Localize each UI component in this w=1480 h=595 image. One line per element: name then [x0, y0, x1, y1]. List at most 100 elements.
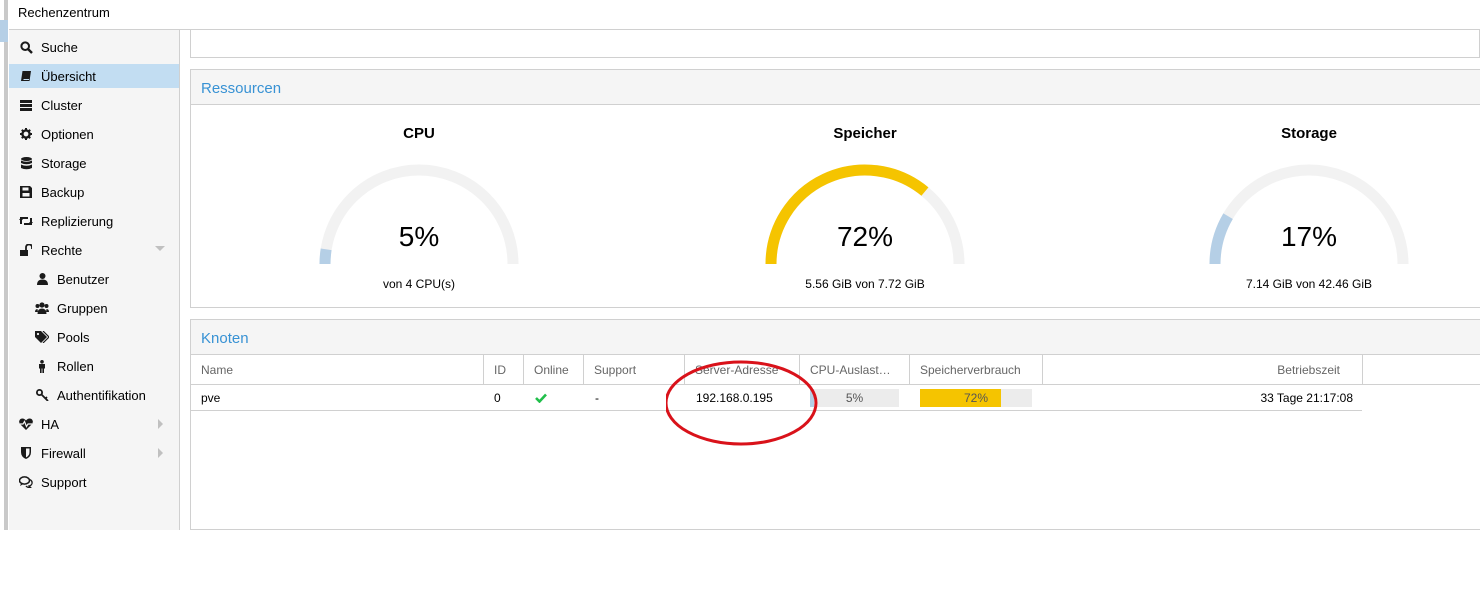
sidebar-item-label: Authentifikation [57, 387, 146, 403]
sidebar-item-label: Benutzer [57, 271, 110, 287]
memory-progress-bar: 72% [920, 389, 1032, 407]
column-header-server-address[interactable]: Server-Adresse [685, 355, 800, 385]
sidebar-item-label: Firewall [41, 445, 86, 461]
check-icon [535, 385, 547, 411]
gauge-arc [1209, 164, 1409, 265]
unlock-icon [19, 243, 33, 257]
table-row[interactable]: pve 0 - 192.168.0.195 5% 72% 33 Tage 21:… [191, 385, 1362, 411]
search-icon [19, 40, 33, 54]
cpu-progress-text: 5% [845, 391, 864, 405]
retweet-icon [19, 214, 33, 228]
edge-bar [4, 0, 8, 530]
sidebar-item-authentifikation[interactable]: Authentifikation [9, 383, 179, 407]
sidebar-item-label: Rollen [57, 358, 94, 374]
sidebar-item-label: Optionen [41, 126, 94, 142]
gauge-value: 17% [1280, 221, 1338, 252]
sidebar-item-label: Gruppen [57, 300, 108, 316]
sidebar-item-rollen[interactable]: Rollen [9, 354, 179, 378]
memory-gauge: Speicher 72% 5.56 GiB von 7.72 GiB [735, 105, 995, 307]
heartbeat-icon [19, 417, 33, 431]
sidebar-item-label: Backup [41, 184, 85, 200]
app-window: Rechenzentrum Suche Übersicht Cluster Op… [0, 0, 1480, 530]
chevron-down-icon[interactable] [155, 246, 165, 251]
sidebar-item-support[interactable]: Support [9, 470, 179, 494]
comments-icon [19, 475, 33, 489]
cpu-gauge: CPU 5% von 4 CPU(s) [289, 105, 549, 307]
gauge-value: 5% [398, 221, 440, 252]
gauge-subtitle: von 4 CPU(s) [382, 277, 456, 291]
column-header-cpu[interactable]: CPU-Auslast… [800, 355, 910, 385]
chevron-right-icon[interactable] [158, 419, 163, 429]
sidebar-item-ha[interactable]: HA [9, 412, 179, 436]
sidebar-item-label: HA [41, 416, 60, 432]
column-header-support[interactable]: Support [584, 355, 685, 385]
main-content: Ressourcen CPU 5% von 4 CPU(s) Speicher … [190, 30, 1480, 530]
gauge-title: Storage [1281, 125, 1337, 142]
column-header-online[interactable]: Online [524, 355, 584, 385]
sidebar-item-cluster[interactable]: Cluster [9, 93, 179, 117]
left-edge-strip [0, 0, 9, 530]
chevron-right-icon[interactable] [158, 448, 163, 458]
key-icon [35, 388, 49, 402]
column-header-name[interactable]: Name [191, 355, 484, 385]
node-address: 192.168.0.195 [696, 391, 773, 405]
gauge-title: Speicher [833, 125, 897, 142]
sidebar-item-label: Storage [41, 155, 87, 171]
gauge-arc [319, 164, 519, 265]
sidebar-item-rechte[interactable]: Rechte [9, 238, 179, 262]
edge-selection-mark [0, 20, 8, 42]
server-icon [19, 98, 33, 112]
node-support: - [595, 391, 599, 405]
nodes-panel-header: Knoten [190, 319, 1480, 355]
sidebar-item-label: Cluster [41, 97, 83, 113]
sidebar-item-label: Rechte [41, 242, 83, 258]
gauge-value: 72% [836, 221, 894, 252]
sidebar-item-label: Suche [41, 39, 78, 55]
gauge-subtitle: 7.14 GiB von 42.46 GiB [1245, 277, 1373, 291]
node-name: pve [201, 391, 221, 405]
cpu-progress-bar: 5% [810, 389, 899, 407]
shield-icon [19, 446, 33, 460]
column-header-uptime[interactable]: Betriebszeit [1043, 355, 1363, 385]
resources-title: Ressourcen [201, 80, 282, 97]
nodes-grid: Name ID Online Support Server-Adresse CP… [190, 355, 1480, 530]
book-icon [19, 69, 33, 83]
gauge-title: CPU [403, 125, 435, 142]
sidebar-item-optionen[interactable]: Optionen [9, 122, 179, 146]
floppy-icon [19, 185, 33, 199]
nodes-title: Knoten [201, 330, 249, 347]
sidebar-item-pools[interactable]: Pools [9, 325, 179, 349]
gear-icon [19, 127, 33, 141]
sidebar-item-label: Pools [57, 329, 90, 345]
sidebar-item-label: Support [41, 474, 87, 490]
sidebar-item-gruppen[interactable]: Gruppen [9, 296, 179, 320]
tags-icon [35, 330, 49, 344]
gauge-subtitle: 5.56 GiB von 7.72 GiB [805, 277, 925, 291]
node-id: 0 [494, 391, 501, 405]
sidebar-item-firewall[interactable]: Firewall [9, 441, 179, 465]
summary-top-panel [190, 30, 1480, 58]
column-header-memory[interactable]: Speicherverbrauch [910, 355, 1043, 385]
resources-panel: CPU 5% von 4 CPU(s) Speicher 72% 5.56 Gi… [190, 105, 1480, 308]
window-title: Rechenzentrum [18, 5, 110, 20]
gauge-arc [765, 164, 965, 265]
sidebar-item-storage[interactable]: Storage [9, 151, 179, 175]
sidebar-item-suche[interactable]: Suche [9, 35, 179, 59]
sidebar-item-benutzer[interactable]: Benutzer [9, 267, 179, 291]
column-header-id[interactable]: ID [484, 355, 524, 385]
sidebar-item-uebersicht[interactable]: Übersicht [9, 64, 179, 88]
sidebar: Suche Übersicht Cluster Optionen Storage… [9, 30, 180, 530]
sidebar-item-replizierung[interactable]: Replizierung [9, 209, 179, 233]
resources-panel-header: Ressourcen [190, 69, 1480, 105]
male-icon [35, 359, 49, 373]
storage-gauge: Storage 17% 7.14 GiB von 42.46 GiB [1179, 105, 1439, 307]
grid-header: Name ID Online Support Server-Adresse CP… [191, 355, 1480, 385]
sidebar-item-label: Replizierung [41, 213, 114, 229]
sidebar-item-backup[interactable]: Backup [9, 180, 179, 204]
node-uptime: 33 Tage 21:17:08 [1260, 391, 1353, 405]
users-icon [35, 301, 49, 315]
title-bar: Rechenzentrum [9, 0, 1480, 30]
sidebar-item-label: Übersicht [41, 68, 96, 84]
memory-progress-text: 72% [963, 391, 989, 405]
user-icon [35, 272, 49, 286]
